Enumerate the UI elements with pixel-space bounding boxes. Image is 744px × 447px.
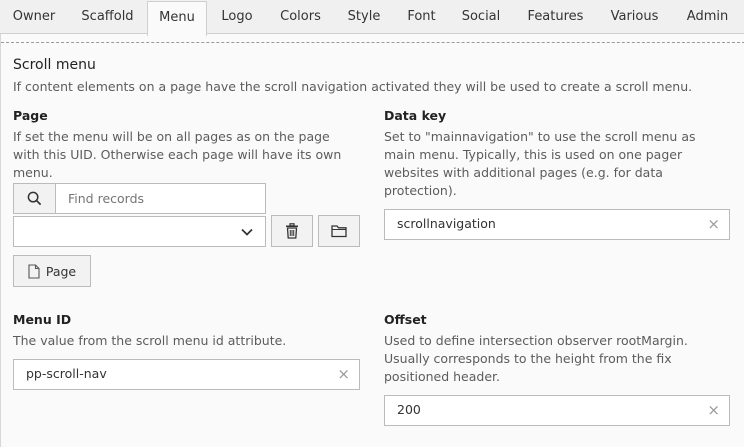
offset-input[interactable]: 200 ×: [384, 395, 730, 426]
page-field-label: Page: [13, 108, 48, 123]
find-records-placeholder: Find records: [68, 191, 145, 206]
page-desc-line: If set the menu will be on all pages as …: [13, 129, 330, 144]
tab-social[interactable]: Social: [449, 0, 513, 34]
find-records-input[interactable]: Find records: [55, 183, 266, 214]
data-key-label: Data key: [384, 108, 447, 123]
clear-icon[interactable]: ×: [707, 210, 720, 238]
tab-font[interactable]: Font: [394, 0, 449, 34]
tab-bar: Owner Scaffold Menu Logo Colors Style Fo…: [0, 0, 744, 36]
clear-icon[interactable]: ×: [337, 360, 350, 388]
search-icon: [27, 191, 42, 206]
tab-owner[interactable]: Owner: [0, 0, 68, 34]
tab-admin[interactable]: Admin: [671, 0, 744, 34]
page-select[interactable]: [13, 216, 266, 247]
folder-icon: [331, 225, 347, 238]
menu-id-input[interactable]: pp-scroll-nav ×: [13, 359, 360, 390]
tab-colors[interactable]: Colors: [267, 0, 334, 34]
add-page-button[interactable]: Page: [13, 255, 91, 287]
delete-record-button[interactable]: [271, 215, 313, 247]
browse-records-button[interactable]: [318, 215, 360, 247]
offset-description: Used to define intersection observer roo…: [384, 332, 734, 386]
section-divider: [1, 42, 744, 43]
page-button-label: Page: [45, 263, 77, 279]
data-key-desc-line: websites with additional pages (e.g. for…: [384, 165, 663, 180]
menu-id-value: pp-scroll-nav: [26, 366, 107, 381]
clear-icon[interactable]: ×: [707, 396, 720, 424]
data-key-input[interactable]: scrollnavigation ×: [384, 209, 730, 240]
section-title: Scroll menu: [13, 57, 96, 73]
chevron-down-icon: [241, 228, 253, 236]
offset-label: Offset: [384, 312, 427, 327]
tab-style[interactable]: Style: [334, 0, 394, 34]
offset-desc-line: positioned header.: [384, 369, 500, 384]
data-key-desc-line: main menu. Typically, this is used on on…: [384, 147, 683, 162]
find-records-search-button[interactable]: [13, 183, 55, 214]
data-key-description: Set to "mainnavigation" to use the scrol…: [384, 128, 734, 200]
offset-value: 200: [397, 402, 421, 417]
tab-scaffold[interactable]: Scaffold: [68, 0, 147, 34]
menu-id-label: Menu ID: [13, 312, 72, 327]
tab-various[interactable]: Various: [598, 0, 671, 34]
section-description: If content elements on a page have the s…: [13, 79, 693, 94]
page-desc-line: menu.: [13, 165, 53, 180]
tab-menu[interactable]: Menu: [147, 1, 207, 36]
menu-id-description: The value from the scroll menu id attrib…: [13, 333, 287, 348]
page-field-description: If set the menu will be on all pages as …: [13, 128, 373, 182]
data-key-value: scrollnavigation: [397, 216, 496, 231]
page-icon: [28, 263, 40, 279]
page-desc-line: with this UID. Otherwise each page will …: [13, 147, 342, 162]
tab-features[interactable]: Features: [513, 0, 598, 34]
offset-desc-line: Usually corresponds to the height from t…: [384, 351, 672, 366]
trash-icon: [286, 223, 298, 239]
data-key-desc-line: Set to "mainnavigation" to use the scrol…: [384, 129, 696, 144]
tab-logo[interactable]: Logo: [207, 0, 267, 34]
data-key-desc-line: protection).: [384, 183, 457, 198]
offset-desc-line: Used to define intersection observer roo…: [384, 333, 688, 348]
